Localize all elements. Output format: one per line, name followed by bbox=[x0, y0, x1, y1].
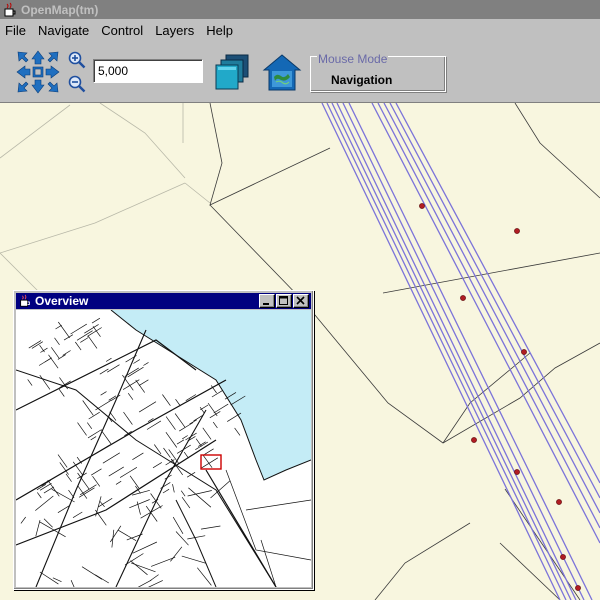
toolbar: Mouse Mode Navigation bbox=[0, 41, 600, 103]
menu-help[interactable]: Help bbox=[200, 23, 239, 38]
mouse-mode-value[interactable]: Navigation bbox=[331, 73, 392, 87]
point-markers bbox=[419, 203, 581, 591]
overview-title: Overview bbox=[35, 294, 89, 308]
minimize-icon bbox=[263, 303, 269, 305]
overview-map[interactable] bbox=[16, 310, 311, 587]
overview-window[interactable]: Overview bbox=[13, 290, 314, 590]
rail-lines bbox=[321, 103, 600, 600]
menu-layers[interactable]: Layers bbox=[149, 23, 200, 38]
mouse-mode-panel: Mouse Mode Navigation bbox=[310, 52, 446, 92]
minimize-button[interactable] bbox=[259, 294, 275, 308]
zoom-in-icon[interactable] bbox=[68, 51, 86, 69]
overview-title-bar[interactable]: Overview bbox=[16, 293, 311, 309]
maximize-icon bbox=[279, 296, 288, 305]
maximize-button[interactable] bbox=[276, 294, 292, 308]
menu-bar: File Navigate Control Layers Help bbox=[0, 19, 600, 41]
zoom-out-icon[interactable] bbox=[68, 75, 86, 93]
menu-navigate[interactable]: Navigate bbox=[32, 23, 95, 38]
java-cup-icon bbox=[20, 294, 30, 307]
overview-map-layer bbox=[16, 310, 311, 587]
title-bar: OpenMap(tm) bbox=[0, 0, 600, 19]
mouse-mode-legend: Mouse Mode bbox=[317, 52, 389, 66]
menu-control[interactable]: Control bbox=[95, 23, 149, 38]
window-title: OpenMap(tm) bbox=[21, 2, 99, 17]
java-cup-icon bbox=[4, 2, 16, 16]
close-button[interactable] bbox=[293, 294, 309, 308]
layers-stack-icon[interactable] bbox=[212, 53, 252, 93]
pan-arrows-icon[interactable] bbox=[16, 50, 60, 94]
house-map-icon[interactable] bbox=[262, 53, 302, 93]
scale-input[interactable] bbox=[93, 59, 203, 83]
menu-file[interactable]: File bbox=[0, 23, 32, 38]
close-icon bbox=[296, 296, 305, 305]
